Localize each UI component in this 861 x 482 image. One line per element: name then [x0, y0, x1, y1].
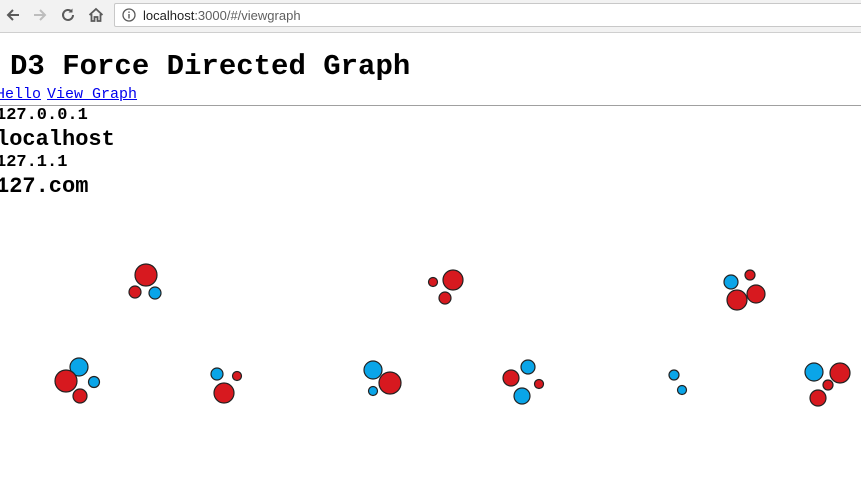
graph-node[interactable]	[438, 291, 452, 305]
graph-node[interactable]	[513, 387, 531, 405]
graph-node[interactable]	[210, 367, 224, 381]
url-path: :3000/#/viewgraph	[194, 8, 301, 23]
browser-toolbar: localhost:3000/#/viewgraph	[0, 0, 861, 33]
graph-node[interactable]	[804, 362, 824, 382]
url-text: localhost:3000/#/viewgraph	[143, 8, 301, 23]
graph-node[interactable]	[502, 369, 520, 387]
graph-node[interactable]	[668, 369, 680, 381]
url-host: localhost	[143, 8, 195, 23]
graph-node[interactable]	[726, 289, 748, 311]
graph-node[interactable]	[148, 286, 162, 300]
arrow-left-icon	[6, 9, 19, 21]
view-graph-link[interactable]: View Graph	[47, 86, 137, 103]
graph-node[interactable]	[829, 362, 851, 384]
graph-node[interactable]	[822, 379, 834, 391]
reload-button[interactable]	[57, 4, 79, 26]
graph-node[interactable]	[676, 384, 688, 396]
host-item: 127.0.0.1	[0, 106, 88, 125]
graph-node[interactable]	[213, 382, 235, 404]
divider	[0, 105, 861, 106]
host-item: localhost	[0, 127, 115, 152]
home-icon	[88, 7, 104, 22]
graph-node[interactable]	[72, 388, 88, 404]
graph-node[interactable]	[87, 375, 101, 389]
address-bar[interactable]: localhost:3000/#/viewgraph	[114, 3, 861, 27]
graph-node[interactable]	[744, 269, 756, 281]
arrow-right-icon	[34, 9, 47, 21]
force-graph[interactable]	[0, 230, 861, 482]
graph-node[interactable]	[427, 276, 439, 288]
host-list: 127.0.0.1 localhost 127.1.1 127.com	[0, 106, 115, 200]
graph-node[interactable]	[128, 285, 142, 299]
graph-node[interactable]	[231, 370, 243, 382]
host-item: 127.1.1	[0, 153, 68, 172]
page-title: D3 Force Directed Graph	[10, 50, 411, 83]
graph-node[interactable]	[746, 284, 766, 304]
host-item: 127.com	[0, 174, 89, 199]
graph-node[interactable]	[363, 360, 383, 380]
forward-button[interactable]	[29, 4, 51, 26]
home-button[interactable]	[85, 4, 107, 26]
graph-node[interactable]	[367, 385, 379, 397]
reload-icon	[62, 8, 74, 21]
nav-links: Hello View Graph	[0, 86, 143, 104]
graph-node[interactable]	[54, 369, 78, 393]
graph-node[interactable]	[378, 371, 402, 395]
graph-node[interactable]	[723, 274, 739, 290]
graph-node[interactable]	[533, 378, 545, 390]
graph-node[interactable]	[520, 359, 536, 375]
graph-node[interactable]	[809, 389, 827, 407]
info-icon[interactable]	[122, 8, 136, 22]
hello-link[interactable]: Hello	[0, 86, 41, 103]
graph-node[interactable]	[134, 263, 158, 287]
back-button[interactable]	[2, 4, 24, 26]
graph-node[interactable]	[442, 269, 464, 291]
